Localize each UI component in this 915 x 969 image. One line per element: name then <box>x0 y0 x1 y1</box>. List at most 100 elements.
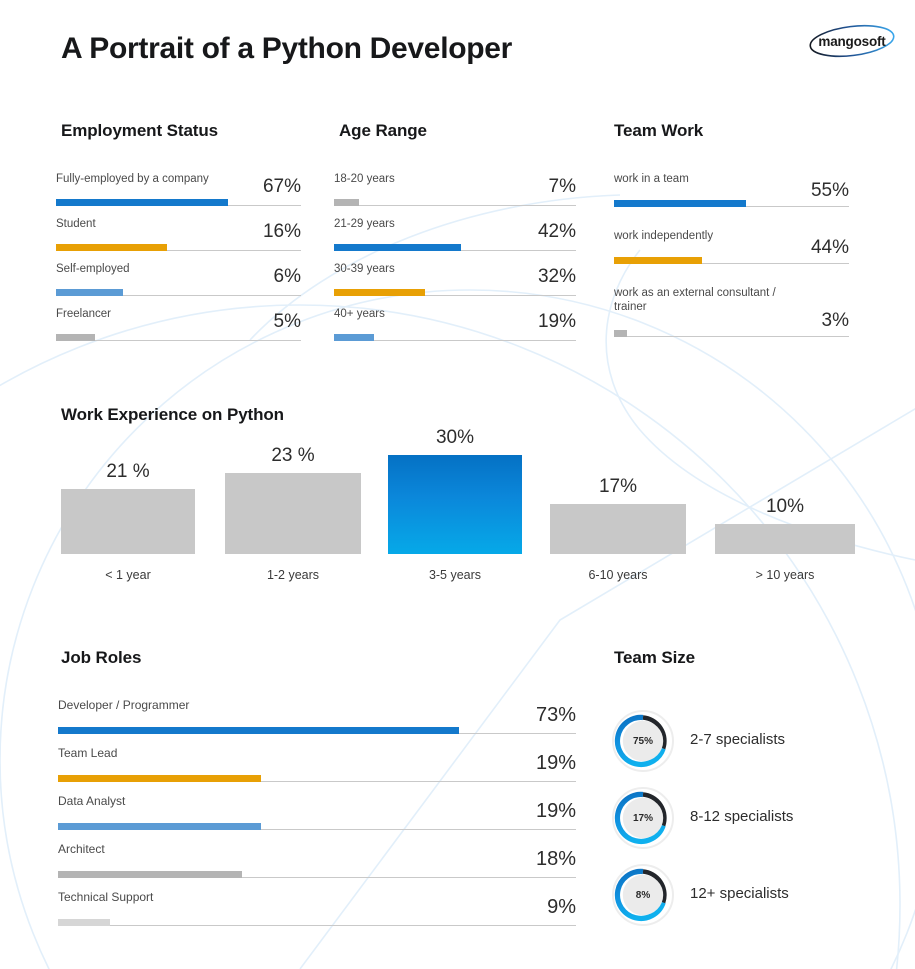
bar-row: Technical Support 9% <box>58 890 576 938</box>
team-size-row: 75% 2-7 specialists <box>612 710 902 772</box>
bar-fill <box>334 199 359 206</box>
bar-fill <box>614 200 746 207</box>
vbar-rect <box>715 524 855 554</box>
bar-fill <box>58 871 242 878</box>
bar-fill <box>334 334 374 341</box>
vbar-value: 30% <box>435 427 475 448</box>
bar-fill <box>614 257 702 264</box>
vbar-value: 21 % <box>106 461 150 482</box>
bar-track <box>58 925 576 926</box>
bar-label: Freelancer <box>56 308 111 320</box>
donut-percent-value: 17% <box>632 812 653 824</box>
bar-track <box>334 205 576 206</box>
bar-value: 67% <box>262 176 301 197</box>
section-title-employment-status: Employment Status <box>61 121 218 140</box>
vbar-rect <box>388 455 522 554</box>
donut-percent-value: 8% <box>635 889 651 901</box>
bar-row: 30-39 years 32% <box>334 262 576 307</box>
vbar-category-label: > 10 years <box>755 568 815 582</box>
donut-gauge-icon: 75% <box>612 710 674 772</box>
section-title-work-experience: Work Experience on Python <box>61 405 284 424</box>
bar-row: Data Analyst 19% <box>58 794 576 842</box>
bar-row: Student 16% <box>56 217 301 262</box>
section-title-job-roles: Job Roles <box>61 648 142 667</box>
vbar-item: 17% 6-10 years <box>550 434 686 582</box>
bar-track <box>614 336 849 337</box>
bar-label: 21-29 years <box>334 218 395 230</box>
team-size-row: 17% 8-12 specialists <box>612 787 902 849</box>
vbar-item: 23 % 1-2 years <box>225 434 361 582</box>
bar-label: work as an external consultant / trainer <box>614 287 776 313</box>
vbar-rect <box>550 504 686 554</box>
bar-label: work in a team <box>614 173 689 185</box>
bar-row: Self-employed 6% <box>56 262 301 307</box>
bar-value: 19% <box>535 800 576 822</box>
bar-label: Self-employed <box>56 263 130 275</box>
bar-value: 73% <box>535 704 576 726</box>
bar-label: work independently <box>614 230 714 242</box>
donut-category-label: 12+ specialists <box>690 885 789 902</box>
vbar-category-label: 3-5 years <box>428 568 482 582</box>
donut-category-label: 8-12 specialists <box>690 808 794 825</box>
vbar-category-label: 1-2 years <box>266 568 320 582</box>
bar-value: 44% <box>810 237 849 258</box>
bar-label: Fully-employed by a company <box>56 173 209 185</box>
bar-label: 30-39 years <box>334 263 395 275</box>
bar-label: 40+ years <box>334 308 385 320</box>
mangosoft-logo: mangosoft <box>806 21 898 61</box>
bar-fill <box>56 244 167 251</box>
bar-row: work in a team 55% <box>614 172 849 229</box>
bar-value: 7% <box>548 176 576 197</box>
bar-row: Team Lead 19% <box>58 746 576 794</box>
vbar-category-label: < 1 year <box>105 568 151 582</box>
bar-row: 21-29 years 42% <box>334 217 576 262</box>
bar-value: 16% <box>262 221 301 242</box>
section-title-team-work: Team Work <box>614 121 704 140</box>
bar-label: Developer / Programmer <box>58 698 190 712</box>
team-size-chart: 75% 2-7 specialists 17% 8-12 specialists 8% 1… <box>612 710 902 932</box>
bar-value: 42% <box>537 221 576 242</box>
vbar-value: 23 % <box>271 445 315 466</box>
bar-value: 6% <box>273 266 301 287</box>
bar-label: Student <box>56 218 96 230</box>
vbar-category-label: 6-10 years <box>588 568 648 582</box>
team-size-row: 8% 12+ specialists <box>612 864 902 926</box>
donut-percent-value: 75% <box>632 735 653 747</box>
section-title-age-range: Age Range <box>339 121 427 140</box>
donut-gauge-icon: 17% <box>612 787 674 849</box>
bar-label: Architect <box>58 842 105 856</box>
bar-fill <box>58 919 110 926</box>
bar-fill <box>56 334 95 341</box>
bar-fill <box>334 289 425 296</box>
bar-value: 5% <box>273 311 301 332</box>
bar-value: 55% <box>810 180 849 201</box>
bar-fill <box>58 775 261 782</box>
bar-fill <box>614 330 627 337</box>
bar-label: Technical Support <box>58 890 154 904</box>
bar-row: 40+ years 19% <box>334 307 576 352</box>
work-experience-chart: 21 % < 1 year 23 % 1-2 years 30% 3-5 years 17%… <box>61 427 856 582</box>
bar-row: work as an external consultant / trainer… <box>614 286 849 343</box>
bar-row: Developer / Programmer 73% <box>58 698 576 746</box>
vbar-rect <box>225 473 361 554</box>
donut-gauge-icon: 8% <box>612 864 674 926</box>
page-title: A Portrait of a Python Developer <box>61 32 513 65</box>
logo-wordmark: mangosoft <box>818 33 886 49</box>
bar-row: Freelancer 5% <box>56 307 301 352</box>
bar-fill <box>56 199 228 206</box>
bar-value: 3% <box>821 310 849 331</box>
bar-row: Fully-employed by a company 67% <box>56 172 301 217</box>
section-title-team-size: Team Size <box>614 648 695 667</box>
bar-row: 18-20 years 7% <box>334 172 576 217</box>
bar-row: work independently 44% <box>614 229 849 286</box>
bar-fill <box>58 823 261 830</box>
vbar-item: 30% 3-5 years <box>388 427 522 582</box>
bar-fill <box>56 289 123 296</box>
vbar-item: 10% > 10 years <box>715 434 855 582</box>
bar-row: Architect 18% <box>58 842 576 890</box>
bar-fill <box>58 727 459 734</box>
bar-value: 18% <box>535 848 576 870</box>
bar-value: 19% <box>537 311 576 332</box>
vbar-value: 10% <box>765 496 805 517</box>
bar-fill <box>334 244 461 251</box>
